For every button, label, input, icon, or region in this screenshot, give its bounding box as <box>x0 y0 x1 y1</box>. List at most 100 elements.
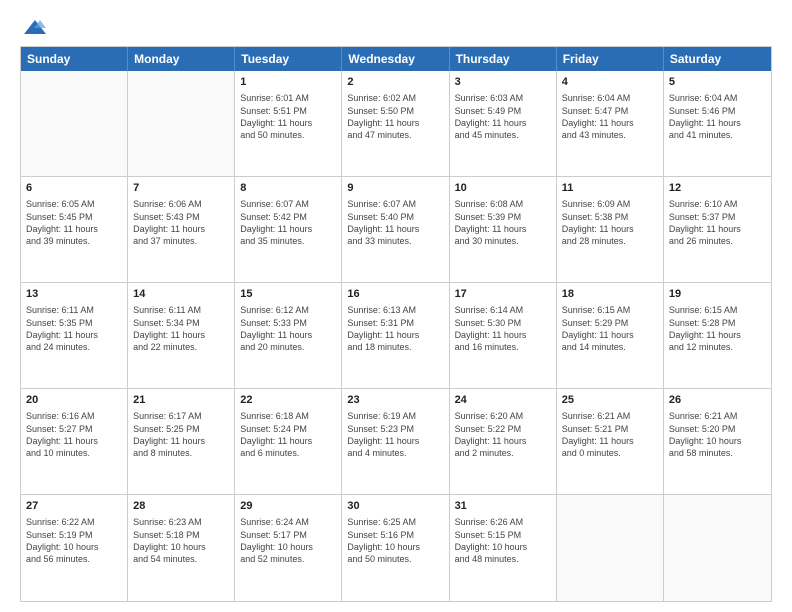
calendar-row: 27Sunrise: 6:22 AMSunset: 5:19 PMDayligh… <box>21 495 771 601</box>
calendar-cell <box>664 495 771 601</box>
day-number: 17 <box>455 287 551 302</box>
calendar-cell: 7Sunrise: 6:06 AMSunset: 5:43 PMDaylight… <box>128 177 235 282</box>
calendar-cell: 6Sunrise: 6:05 AMSunset: 5:45 PMDaylight… <box>21 177 128 282</box>
cell-line: Daylight: 11 hours <box>669 223 766 235</box>
cell-line: Sunrise: 6:01 AM <box>240 92 336 104</box>
cell-line: Sunset: 5:27 PM <box>26 423 122 435</box>
cell-line: and 35 minutes. <box>240 235 336 247</box>
calendar-cell: 31Sunrise: 6:26 AMSunset: 5:15 PMDayligh… <box>450 495 557 601</box>
calendar-header: SundayMondayTuesdayWednesdayThursdayFrid… <box>21 47 771 71</box>
calendar-cell: 18Sunrise: 6:15 AMSunset: 5:29 PMDayligh… <box>557 283 664 388</box>
day-number: 23 <box>347 393 443 408</box>
cell-line: Sunset: 5:45 PM <box>26 211 122 223</box>
cell-line: Sunset: 5:18 PM <box>133 529 229 541</box>
cell-line: Sunrise: 6:09 AM <box>562 198 658 210</box>
calendar-cell: 3Sunrise: 6:03 AMSunset: 5:49 PMDaylight… <box>450 71 557 176</box>
calendar-cell <box>128 71 235 176</box>
calendar-cell: 26Sunrise: 6:21 AMSunset: 5:20 PMDayligh… <box>664 389 771 494</box>
cell-line: Daylight: 11 hours <box>240 117 336 129</box>
calendar-cell: 29Sunrise: 6:24 AMSunset: 5:17 PMDayligh… <box>235 495 342 601</box>
calendar-cell: 8Sunrise: 6:07 AMSunset: 5:42 PMDaylight… <box>235 177 342 282</box>
day-number: 5 <box>669 75 766 90</box>
cell-line: Sunset: 5:31 PM <box>347 317 443 329</box>
cell-line: Daylight: 11 hours <box>26 329 122 341</box>
cell-line: Sunset: 5:39 PM <box>455 211 551 223</box>
cell-line: Daylight: 11 hours <box>562 329 658 341</box>
calendar-cell: 12Sunrise: 6:10 AMSunset: 5:37 PMDayligh… <box>664 177 771 282</box>
cell-line: Daylight: 11 hours <box>347 435 443 447</box>
cell-line: Sunrise: 6:08 AM <box>455 198 551 210</box>
day-number: 20 <box>26 393 122 408</box>
cell-line: Daylight: 11 hours <box>455 223 551 235</box>
calendar-cell: 14Sunrise: 6:11 AMSunset: 5:34 PMDayligh… <box>128 283 235 388</box>
calendar-cell: 4Sunrise: 6:04 AMSunset: 5:47 PMDaylight… <box>557 71 664 176</box>
logo <box>20 18 46 36</box>
cell-line: and 16 minutes. <box>455 341 551 353</box>
cell-line: and 58 minutes. <box>669 447 766 459</box>
cell-line: Sunrise: 6:24 AM <box>240 516 336 528</box>
cell-line: Sunset: 5:23 PM <box>347 423 443 435</box>
weekday-header-friday: Friday <box>557 47 664 71</box>
cell-line: Sunrise: 6:22 AM <box>26 516 122 528</box>
cell-line: and 18 minutes. <box>347 341 443 353</box>
weekday-header-sunday: Sunday <box>21 47 128 71</box>
cell-line: Sunrise: 6:07 AM <box>240 198 336 210</box>
cell-line: Sunrise: 6:04 AM <box>562 92 658 104</box>
calendar-cell: 15Sunrise: 6:12 AMSunset: 5:33 PMDayligh… <box>235 283 342 388</box>
cell-line: Daylight: 11 hours <box>133 329 229 341</box>
cell-line: and 20 minutes. <box>240 341 336 353</box>
cell-line: Sunrise: 6:12 AM <box>240 304 336 316</box>
cell-line: and 2 minutes. <box>455 447 551 459</box>
cell-line: Sunrise: 6:26 AM <box>455 516 551 528</box>
calendar-cell: 16Sunrise: 6:13 AMSunset: 5:31 PMDayligh… <box>342 283 449 388</box>
cell-line: Daylight: 11 hours <box>347 329 443 341</box>
cell-line: Sunset: 5:15 PM <box>455 529 551 541</box>
cell-line: Sunrise: 6:06 AM <box>133 198 229 210</box>
calendar-cell <box>21 71 128 176</box>
cell-line: Sunrise: 6:23 AM <box>133 516 229 528</box>
cell-line: Sunrise: 6:25 AM <box>347 516 443 528</box>
cell-line: Sunset: 5:35 PM <box>26 317 122 329</box>
day-number: 12 <box>669 181 766 196</box>
day-number: 21 <box>133 393 229 408</box>
cell-line: Daylight: 10 hours <box>240 541 336 553</box>
calendar-cell: 9Sunrise: 6:07 AMSunset: 5:40 PMDaylight… <box>342 177 449 282</box>
cell-line: and 4 minutes. <box>347 447 443 459</box>
cell-line: Daylight: 10 hours <box>26 541 122 553</box>
day-number: 11 <box>562 181 658 196</box>
cell-line: Daylight: 11 hours <box>562 223 658 235</box>
cell-line: and 48 minutes. <box>455 553 551 565</box>
cell-line: Daylight: 11 hours <box>347 117 443 129</box>
calendar-cell: 24Sunrise: 6:20 AMSunset: 5:22 PMDayligh… <box>450 389 557 494</box>
day-number: 29 <box>240 499 336 514</box>
cell-line: Sunrise: 6:21 AM <box>562 410 658 422</box>
day-number: 7 <box>133 181 229 196</box>
calendar-cell: 23Sunrise: 6:19 AMSunset: 5:23 PMDayligh… <box>342 389 449 494</box>
cell-line: and 39 minutes. <box>26 235 122 247</box>
day-number: 8 <box>240 181 336 196</box>
cell-line: Sunrise: 6:13 AM <box>347 304 443 316</box>
cell-line: and 37 minutes. <box>133 235 229 247</box>
calendar-row: 6Sunrise: 6:05 AMSunset: 5:45 PMDaylight… <box>21 177 771 283</box>
cell-line: and 45 minutes. <box>455 129 551 141</box>
cell-line: and 26 minutes. <box>669 235 766 247</box>
cell-line: Sunset: 5:30 PM <box>455 317 551 329</box>
cell-line: and 47 minutes. <box>347 129 443 141</box>
cell-line: Sunset: 5:22 PM <box>455 423 551 435</box>
cell-line: Sunrise: 6:11 AM <box>26 304 122 316</box>
cell-line: Sunset: 5:49 PM <box>455 105 551 117</box>
day-number: 15 <box>240 287 336 302</box>
day-number: 31 <box>455 499 551 514</box>
calendar-cell <box>557 495 664 601</box>
cell-line: Sunset: 5:29 PM <box>562 317 658 329</box>
day-number: 4 <box>562 75 658 90</box>
day-number: 30 <box>347 499 443 514</box>
calendar-cell: 30Sunrise: 6:25 AMSunset: 5:16 PMDayligh… <box>342 495 449 601</box>
cell-line: Sunrise: 6:14 AM <box>455 304 551 316</box>
cell-line: Daylight: 11 hours <box>240 435 336 447</box>
cell-line: Sunrise: 6:15 AM <box>562 304 658 316</box>
cell-line: Sunrise: 6:18 AM <box>240 410 336 422</box>
cell-line: Sunset: 5:50 PM <box>347 105 443 117</box>
calendar-cell: 20Sunrise: 6:16 AMSunset: 5:27 PMDayligh… <box>21 389 128 494</box>
cell-line: and 43 minutes. <box>562 129 658 141</box>
